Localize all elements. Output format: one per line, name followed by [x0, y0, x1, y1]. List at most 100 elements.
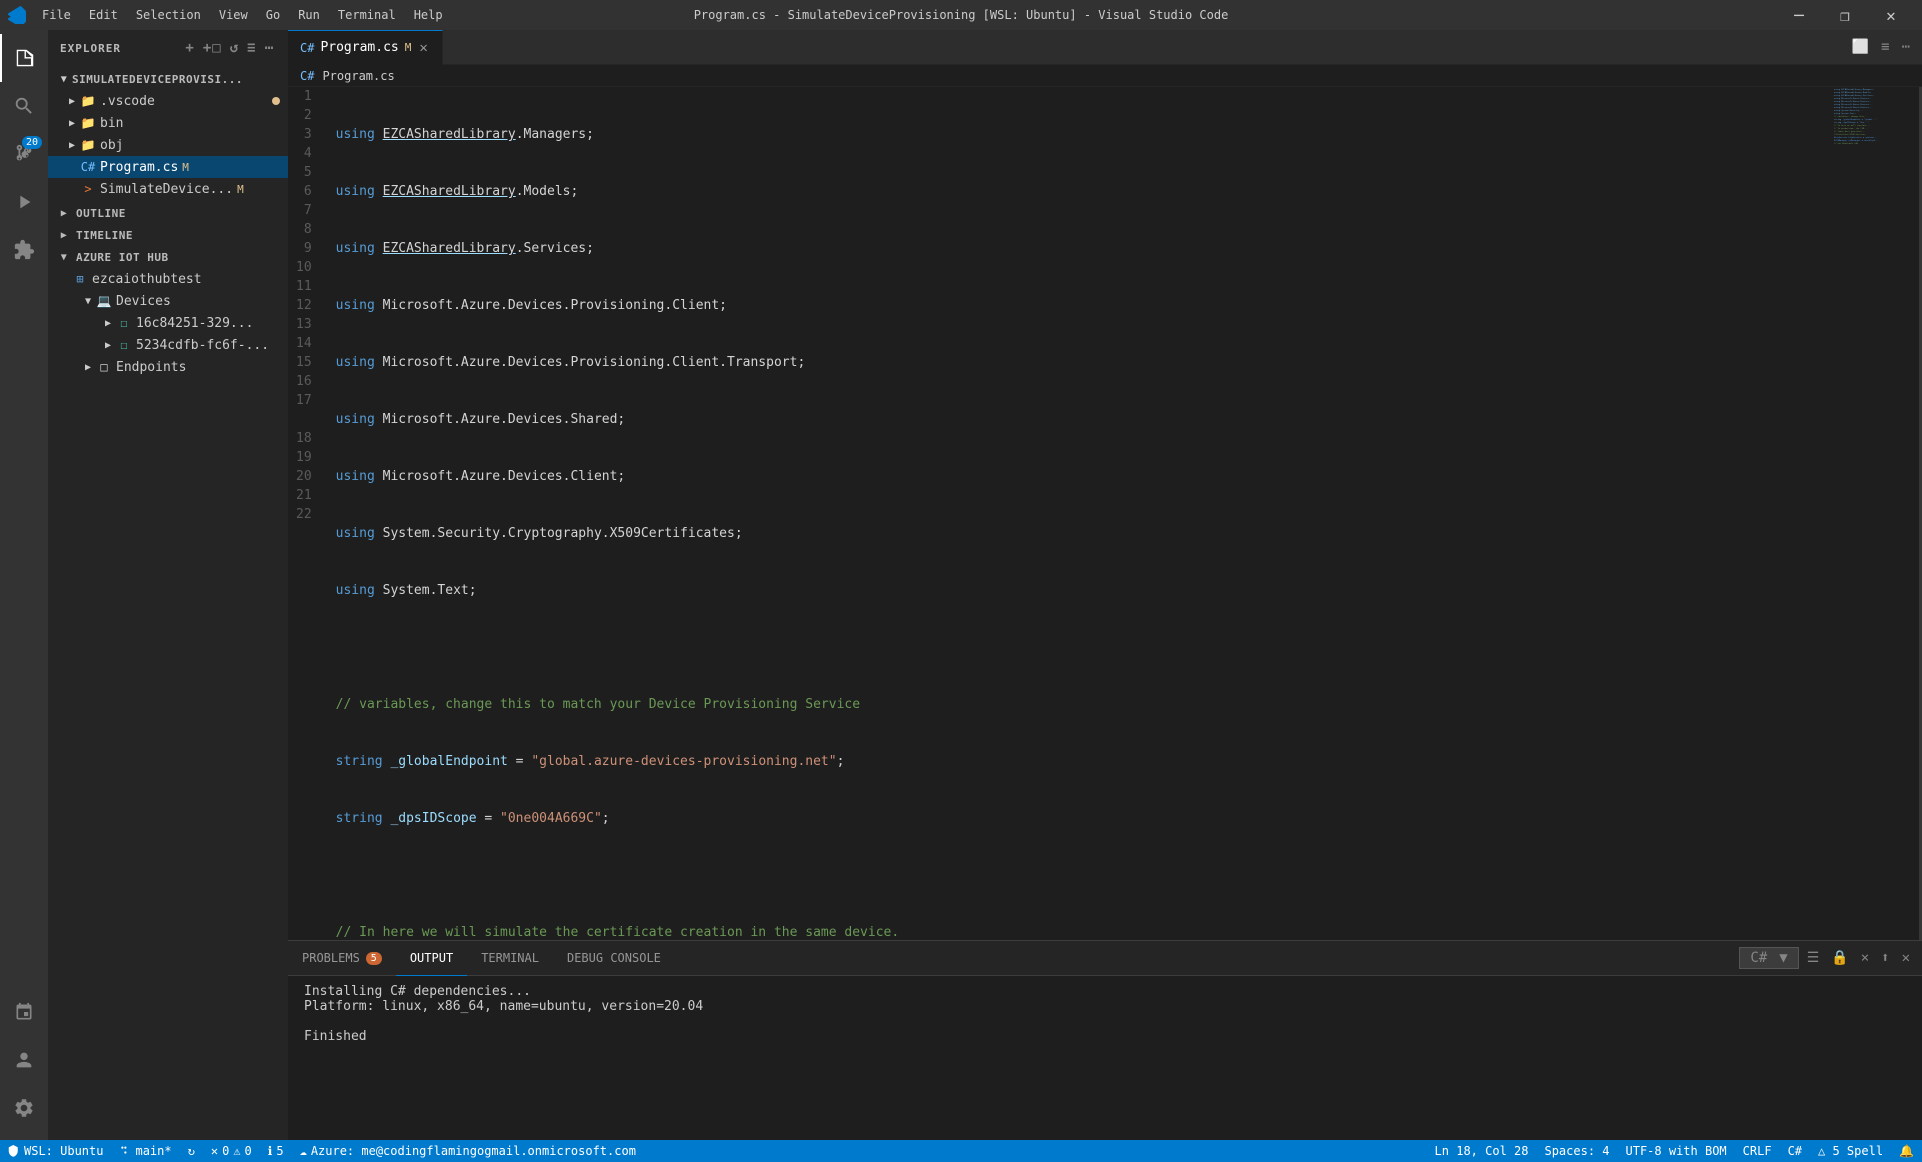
- activity-source-control[interactable]: 20: [0, 130, 48, 178]
- activity-extensions[interactable]: [0, 226, 48, 274]
- azure-devices-label: Devices: [116, 294, 171, 309]
- status-branch[interactable]: main*: [111, 1140, 179, 1162]
- timeline-section[interactable]: ▶ TIMELINE: [48, 224, 288, 246]
- tab-modified-indicator: M: [405, 41, 412, 54]
- close-button[interactable]: ✕: [1868, 0, 1914, 30]
- root-folder[interactable]: ▼ SIMULATEDEVICEPROVISI...: [48, 68, 288, 90]
- titlebar-menu[interactable]: File Edit Selection View Go Run Terminal…: [34, 6, 451, 24]
- menu-go[interactable]: Go: [258, 6, 288, 24]
- activity-settings[interactable]: [0, 1084, 48, 1132]
- activity-search[interactable]: [0, 82, 48, 130]
- menu-view[interactable]: View: [211, 6, 256, 24]
- activity-account[interactable]: [0, 1036, 48, 1084]
- panel-tab-problems[interactable]: PROBLEMS 5: [288, 941, 396, 976]
- azure-device-2[interactable]: ▶ ☐ 5234cdfb-fc6f-...: [48, 334, 288, 356]
- code-line-11: // variables, change this to match your …: [336, 695, 1832, 714]
- collapse-all-icon[interactable]: ≡: [245, 38, 258, 58]
- activity-run[interactable]: [0, 178, 48, 226]
- outline-label: OUTLINE: [76, 207, 126, 220]
- breadcrumb-name[interactable]: Program.cs: [322, 69, 394, 83]
- status-line-ending[interactable]: CRLF: [1735, 1140, 1780, 1162]
- titlebar: File Edit Selection View Go Run Terminal…: [0, 0, 1922, 30]
- azure-endpoints-item[interactable]: ▶ □ Endpoints: [48, 356, 288, 378]
- status-language[interactable]: C#: [1780, 1140, 1810, 1162]
- maximize-button[interactable]: ❐: [1822, 0, 1868, 30]
- output-line-1: Installing C# dependencies...: [304, 984, 1906, 999]
- tree-item-obj[interactable]: ▶ 📁 obj: [48, 134, 288, 156]
- azure-iot-hub-section[interactable]: ▼ AZURE IOT HUB: [48, 246, 288, 268]
- new-file-icon[interactable]: +: [183, 38, 196, 58]
- tree-item-program-cs[interactable]: ▶ C# Program.cs M: [48, 156, 288, 178]
- status-notifications[interactable]: △ 5 Spell: [1810, 1140, 1891, 1162]
- menu-terminal[interactable]: Terminal: [330, 6, 404, 24]
- devices-chevron: ▼: [80, 293, 96, 309]
- tab-close-icon[interactable]: ✕: [417, 38, 429, 58]
- split-editor-icon[interactable]: ⬜: [1848, 35, 1873, 59]
- azure-hub-label: ezcaiothubtest: [92, 272, 202, 287]
- more-icon[interactable]: ⋯: [1898, 35, 1914, 59]
- new-folder-icon[interactable]: +□: [201, 38, 224, 58]
- status-line-col[interactable]: Ln 18, Col 28: [1427, 1140, 1537, 1162]
- code-scroll[interactable]: 1 2 3 4 5 6 7 8 9 10 11 12 13 14 15 16 1: [288, 87, 1922, 940]
- problems-label: PROBLEMS: [302, 951, 360, 965]
- outline-section[interactable]: ▶ OUTLINE: [48, 202, 288, 224]
- azure-hub-item[interactable]: ⊞ ezcaiothubtest: [48, 268, 288, 290]
- cs-file-icon: C#: [80, 159, 96, 175]
- status-info[interactable]: ℹ 5: [260, 1140, 292, 1162]
- panel-tab-terminal[interactable]: TERMINAL: [467, 941, 553, 976]
- modified-dot: [272, 97, 280, 105]
- device2-label: 5234cdfb-fc6f-...: [136, 338, 269, 353]
- code-content[interactable]: using EZCASharedLibrary.Managers; using …: [320, 87, 1832, 940]
- panel-tab-debug[interactable]: DEBUG CONSOLE: [553, 941, 675, 976]
- status-spaces[interactable]: Spaces: 4: [1536, 1140, 1617, 1162]
- status-remote[interactable]: WSL: Ubuntu: [0, 1140, 111, 1162]
- tab-bar-icons: ⬜ ≡ ⋯: [1848, 35, 1922, 59]
- layout-icon[interactable]: ≡: [1877, 35, 1893, 59]
- code-line-7: using Microsoft.Azure.Devices.Client;: [336, 467, 1832, 486]
- panel-close-icon[interactable]: ✕: [1898, 946, 1914, 970]
- azure-devices-item[interactable]: ▼ 💻 Devices: [48, 290, 288, 312]
- output-line-4: Finished: [304, 1029, 1906, 1044]
- activity-remote[interactable]: [0, 988, 48, 1036]
- status-bar: WSL: Ubuntu main* ↻ ✕ 0 ⚠ 0 ℹ 5 ☁ Azure:…: [0, 1140, 1922, 1162]
- refresh-icon[interactable]: ↺: [228, 38, 241, 58]
- obj-label: obj: [100, 138, 123, 153]
- minimize-button[interactable]: ─: [1776, 0, 1822, 30]
- breadcrumb-file[interactable]: C#: [300, 69, 314, 83]
- tree-item-simulate-device[interactable]: ▶ > SimulateDevice... M: [48, 178, 288, 200]
- azure-device-1[interactable]: ▶ ☐ 16c84251-329...: [48, 312, 288, 334]
- simulate-label: SimulateDevice...: [100, 182, 233, 197]
- more-actions-icon[interactable]: ⋯: [263, 38, 276, 58]
- status-azure[interactable]: ☁ Azure: me@codingflamingogmail.onmicros…: [292, 1140, 644, 1162]
- status-sync[interactable]: ↻: [180, 1140, 203, 1162]
- endpoints-icon: □: [96, 359, 112, 375]
- tab-program-cs[interactable]: C# Program.cs M ✕: [288, 30, 443, 65]
- menu-edit[interactable]: Edit: [81, 6, 126, 24]
- status-bell[interactable]: 🔔: [1891, 1140, 1922, 1162]
- bell-icon: 🔔: [1899, 1144, 1914, 1158]
- menu-run[interactable]: Run: [290, 6, 328, 24]
- activity-explorer[interactable]: [0, 34, 48, 82]
- code-line-2: using EZCASharedLibrary.Models;: [336, 182, 1832, 201]
- menu-file[interactable]: File: [34, 6, 79, 24]
- lock-icon[interactable]: 🔒: [1827, 946, 1852, 970]
- status-errors[interactable]: ✕ 0 ⚠ 0: [203, 1140, 260, 1162]
- source-control-badge: 20: [22, 136, 42, 149]
- menu-help[interactable]: Help: [406, 6, 451, 24]
- program-cs-modified: M: [182, 161, 189, 174]
- spaces-label: Spaces: 4: [1544, 1144, 1609, 1158]
- status-encoding[interactable]: UTF-8 with BOM: [1618, 1140, 1735, 1162]
- output-label: OUTPUT: [410, 951, 453, 965]
- list-view-icon[interactable]: ☰: [1803, 946, 1824, 970]
- tree-item-vscode[interactable]: ▶ 📁 .vscode: [48, 90, 288, 112]
- code-line-10: [336, 638, 1832, 657]
- clear-output-icon[interactable]: ⨯: [1857, 946, 1873, 970]
- output-channel-dropdown[interactable]: C# ▼: [1739, 947, 1798, 969]
- azure-tree: ⊞ ezcaiothubtest ▼ 💻 Devices ▶ ☐ 16c8425…: [48, 268, 288, 378]
- menu-selection[interactable]: Selection: [128, 6, 209, 24]
- timeline-chevron: ▶: [56, 227, 72, 243]
- tree-item-bin[interactable]: ▶ 📁 bin: [48, 112, 288, 134]
- panel-tab-output[interactable]: OUTPUT: [396, 941, 467, 976]
- code-line-14: [336, 866, 1832, 885]
- panel-maximize-icon[interactable]: ⬆: [1877, 946, 1893, 970]
